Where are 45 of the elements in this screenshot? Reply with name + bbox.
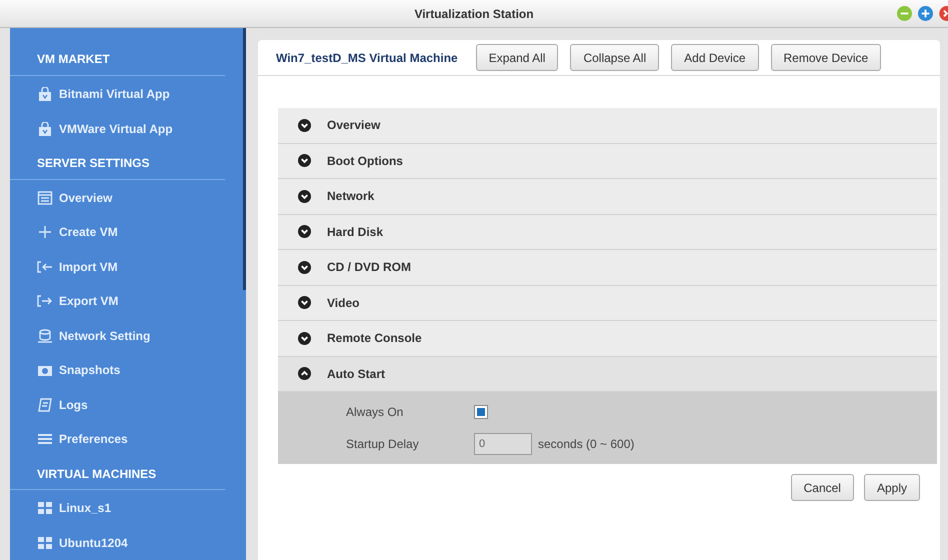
section-header[interactable]: Auto Start: [278, 356, 937, 392]
maximize-icon[interactable]: [918, 6, 933, 21]
camera-icon: [37, 363, 53, 378]
vm-title: Win7_testD_MS Virtual Machine: [276, 50, 458, 66]
field-label: Startup Delay: [346, 436, 420, 453]
checkbox[interactable]: [474, 405, 488, 419]
export-icon: [37, 294, 53, 308]
section-header[interactable]: Hard Disk: [278, 214, 937, 250]
toolbar-button[interactable]: Add Device: [671, 44, 759, 71]
chevron-down-icon: [298, 260, 311, 274]
chevron-up-icon: [298, 367, 311, 380]
field-label: Always On: [346, 404, 404, 421]
dialog-button[interactable]: Cancel: [790, 474, 854, 501]
unit-label: seconds (0 ~ 600): [538, 436, 634, 453]
window-icon: [37, 190, 53, 205]
section-heading: VM MARKET: [37, 51, 110, 68]
toolbar-button[interactable]: Collapse All: [570, 44, 660, 71]
chevron-down-icon: [298, 154, 311, 168]
import-icon: [37, 260, 53, 274]
grid-icon: [37, 536, 53, 550]
plus-icon: [37, 225, 53, 240]
chevron-down-icon: [298, 296, 311, 310]
number-field[interactable]: 0: [474, 433, 532, 455]
database-icon: [37, 328, 53, 343]
minimize-icon[interactable]: [897, 6, 912, 21]
section-heading: VIRTUAL MACHINES: [37, 466, 156, 483]
dialog-button[interactable]: Apply: [864, 474, 920, 501]
menu-icon: [37, 432, 53, 446]
chevron-down-icon: [298, 118, 311, 132]
chevron-down-icon: [298, 190, 311, 203]
grid-icon: [37, 501, 53, 516]
toolbar-button[interactable]: Expand All: [476, 44, 558, 71]
window-title: Virtualization Station: [414, 6, 534, 22]
section-heading: SERVER SETTINGS: [37, 155, 150, 172]
scroll-icon: [37, 398, 53, 412]
section-header[interactable]: Overview: [278, 108, 937, 144]
section-header[interactable]: Network: [278, 179, 937, 214]
chevron-down-icon: [298, 332, 311, 345]
section-header[interactable]: CD / DVD ROM: [278, 250, 937, 286]
section-header[interactable]: Video: [278, 286, 937, 321]
section-header[interactable]: Remote Console: [278, 321, 937, 356]
section-header[interactable]: Boot Options: [278, 144, 937, 179]
chevron-down-icon: [298, 225, 311, 238]
scrollbar-thumb[interactable]: [243, 28, 246, 290]
toolbar-button[interactable]: Remove Device: [770, 44, 882, 71]
